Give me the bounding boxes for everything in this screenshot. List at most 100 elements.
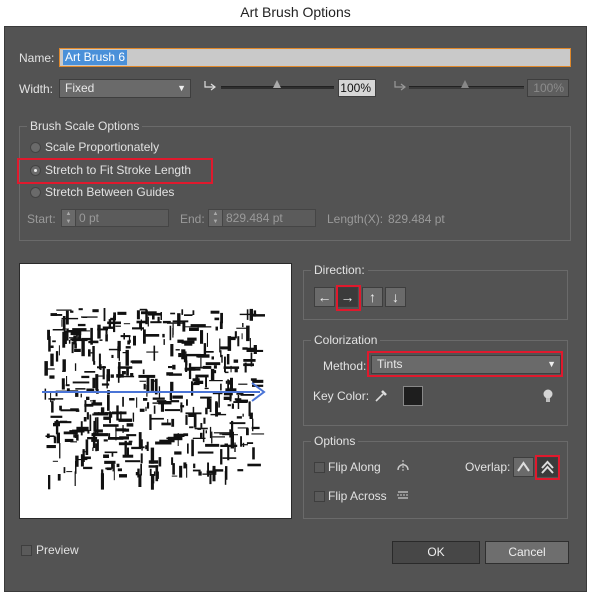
- brush-mark: [212, 465, 216, 482]
- flip-along-checkbox[interactable]: [314, 462, 325, 473]
- brush-mark: [139, 380, 147, 382]
- brush-mark: [143, 383, 146, 390]
- brush-mark: [180, 402, 183, 413]
- brush-mark: [105, 334, 108, 342]
- name-input[interactable]: Art Brush 6: [59, 48, 571, 67]
- key-color-swatch[interactable]: [403, 386, 423, 406]
- cancel-button[interactable]: Cancel: [485, 541, 569, 564]
- brush-mark: [172, 323, 174, 335]
- end-field[interactable]: ▲ ▼ 829.484 pt: [208, 209, 316, 227]
- brush-mark: [132, 360, 143, 364]
- brush-mark: [82, 316, 88, 318]
- overlap-no-adjust-icon[interactable]: [537, 457, 558, 477]
- brush-mark: [61, 319, 63, 327]
- brush-mark: [171, 475, 178, 477]
- lightbulb-icon[interactable]: [541, 388, 555, 406]
- brush-mark: [77, 459, 88, 461]
- brush-mark: [66, 328, 69, 341]
- stretch-between-guides-label[interactable]: Stretch Between Guides: [45, 185, 174, 199]
- brush-mark: [78, 308, 83, 311]
- flip-along-label[interactable]: Flip Along: [328, 460, 381, 474]
- method-label: Method:: [323, 359, 367, 373]
- brush-mark: [206, 398, 211, 409]
- brush-mark: [147, 402, 150, 409]
- brush-mark: [72, 381, 90, 384]
- brush-mark: [220, 449, 223, 465]
- brush-mark: [94, 417, 97, 434]
- brush-mark: [155, 441, 172, 445]
- brush-mark: [205, 430, 207, 434]
- brush-mark: [172, 395, 183, 399]
- preview-checkbox[interactable]: [21, 545, 32, 556]
- flip-across-checkbox[interactable]: [314, 491, 325, 502]
- start-stepper[interactable]: ▲ ▼: [62, 210, 76, 226]
- brush-mark: [150, 475, 154, 490]
- preview-label[interactable]: Preview: [36, 543, 79, 557]
- brush-mark: [75, 461, 77, 474]
- brush-mark: [156, 471, 159, 479]
- overlap-adjust-icon[interactable]: [513, 457, 534, 477]
- brush-mark: [88, 349, 91, 357]
- brush-mark: [141, 311, 157, 315]
- colorization-legend: Colorization: [311, 333, 381, 347]
- variation-slider-knob[interactable]: [461, 80, 469, 88]
- arrow-right-icon[interactable]: →: [337, 287, 358, 307]
- brush-mark: [247, 463, 261, 467]
- arrow-left-icon[interactable]: ←: [314, 287, 335, 307]
- brush-mark: [132, 327, 144, 330]
- brush-mark: [152, 397, 165, 400]
- brush-mark: [103, 308, 106, 322]
- brush-mark: [91, 439, 97, 442]
- scale-proportionately-label[interactable]: Scale Proportionately: [45, 140, 159, 154]
- flip-across-label[interactable]: Flip Across: [328, 489, 387, 503]
- width-min-icon: [204, 81, 216, 91]
- variation-percent-field[interactable]: 100%: [527, 79, 569, 97]
- brush-mark: [214, 317, 220, 321]
- brush-mark: [54, 421, 72, 424]
- brush-mark: [250, 378, 257, 381]
- brush-mark: [145, 309, 148, 325]
- brush-mark: [52, 340, 56, 343]
- brush-mark: [186, 464, 188, 478]
- brush-mark: [51, 401, 54, 413]
- brush-mark: [191, 439, 194, 457]
- brush-mark: [103, 454, 109, 458]
- brush-mark: [186, 399, 188, 406]
- brush-mark: [63, 330, 67, 344]
- brush-mark: [146, 351, 159, 353]
- brush-mark: [234, 368, 238, 373]
- brush-mark: [162, 333, 165, 338]
- brush-mark: [231, 403, 234, 409]
- scale-proportionately-radio[interactable]: [30, 142, 41, 153]
- brush-mark: [117, 366, 133, 369]
- stretch-to-fit-label[interactable]: Stretch to Fit Stroke Length: [45, 163, 191, 177]
- brush-mark: [50, 345, 54, 348]
- width-select[interactable]: Fixed ▼: [59, 79, 191, 98]
- width-percent-field[interactable]: 100%: [338, 79, 376, 97]
- brush-mark: [250, 314, 265, 317]
- brush-mark: [92, 377, 96, 389]
- brush-mark: [83, 417, 87, 422]
- end-stepper[interactable]: ▲ ▼: [209, 210, 223, 226]
- brush-mark: [58, 345, 60, 356]
- method-select[interactable]: Tints ▼: [371, 355, 561, 374]
- eyedropper-icon[interactable]: [373, 388, 389, 404]
- brush-mark: [153, 405, 156, 414]
- start-field[interactable]: ▲ ▼ 0 pt: [61, 209, 169, 227]
- arrow-up-icon[interactable]: ↑: [362, 287, 383, 307]
- brush-mark: [116, 374, 124, 378]
- brush-mark: [177, 313, 181, 327]
- brush-mark: [59, 405, 62, 411]
- brush-mark: [221, 354, 223, 363]
- brush-mark: [128, 339, 131, 343]
- ok-button[interactable]: OK: [392, 541, 480, 564]
- stretch-to-fit-radio[interactable]: [30, 165, 41, 176]
- arrow-down-icon[interactable]: ↓: [385, 287, 406, 307]
- brush-mark: [160, 403, 164, 412]
- width-slider-knob[interactable]: [273, 80, 281, 88]
- brush-mark: [46, 445, 56, 449]
- stretch-between-guides-radio[interactable]: [30, 187, 41, 198]
- brush-mark: [205, 362, 221, 366]
- brush-mark: [189, 426, 194, 429]
- brush-preview-canvas: [42, 308, 266, 490]
